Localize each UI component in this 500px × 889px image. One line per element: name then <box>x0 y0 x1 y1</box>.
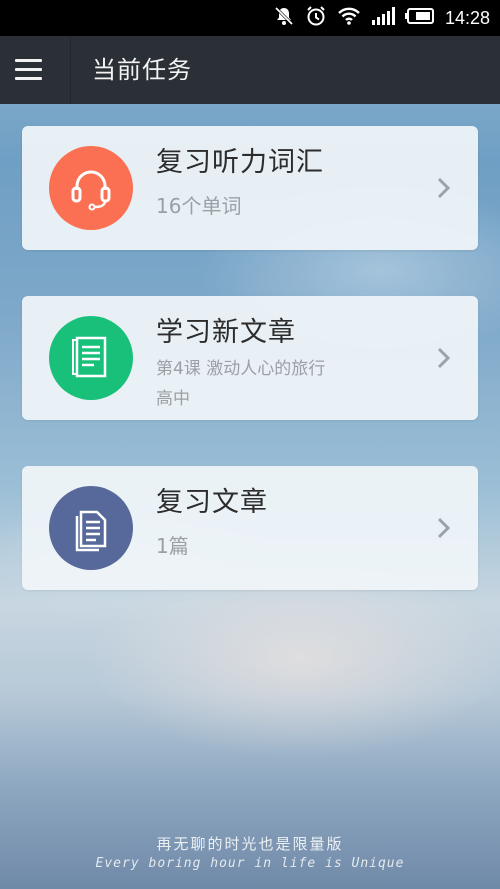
documents-icon <box>49 486 133 570</box>
alarm-icon <box>305 5 327 31</box>
wallpaper-quote-english: Every boring hour in life is Unique <box>95 856 405 871</box>
task-card-review-listening-vocab[interactable]: 复习听力词汇 16个单词 <box>22 126 478 250</box>
wifi-icon <box>337 6 361 30</box>
status-time: 14:28 <box>444 7 490 28</box>
chevron-right-icon <box>436 516 452 544</box>
task-subtitle: 1篇 <box>156 534 189 558</box>
mute-icon <box>273 5 295 31</box>
task-title: 复习文章 <box>156 487 268 518</box>
page-title: 当前任务 <box>92 56 192 84</box>
task-subtitle: 第4课 激动人心的旅行 高中 <box>156 354 325 414</box>
menu-button[interactable] <box>0 36 71 104</box>
task-card-review-articles[interactable]: 复习文章 1篇 <box>22 466 478 590</box>
chevron-right-icon <box>436 176 452 204</box>
task-title: 学习新文章 <box>156 317 296 348</box>
headset-icon <box>49 146 133 230</box>
signal-icon <box>371 6 395 30</box>
lesson-name: 第4课 激动人心的旅行 <box>156 359 326 379</box>
task-card-learn-new-article[interactable]: 学习新文章 第4课 激动人心的旅行 高中 <box>22 296 478 420</box>
wallpaper-quote-chinese: 再无聊的时光也是限量版 <box>156 835 344 853</box>
chevron-right-icon <box>436 346 452 374</box>
task-subtitle: 16个单词 <box>156 194 242 218</box>
task-title: 复习听力词汇 <box>156 147 324 178</box>
document-icon <box>49 316 133 400</box>
app-bar: 当前任务 <box>0 36 500 104</box>
level-label: 高中 <box>156 389 190 409</box>
battery-icon <box>404 7 435 29</box>
status-bar: 14:28 <box>0 0 500 36</box>
